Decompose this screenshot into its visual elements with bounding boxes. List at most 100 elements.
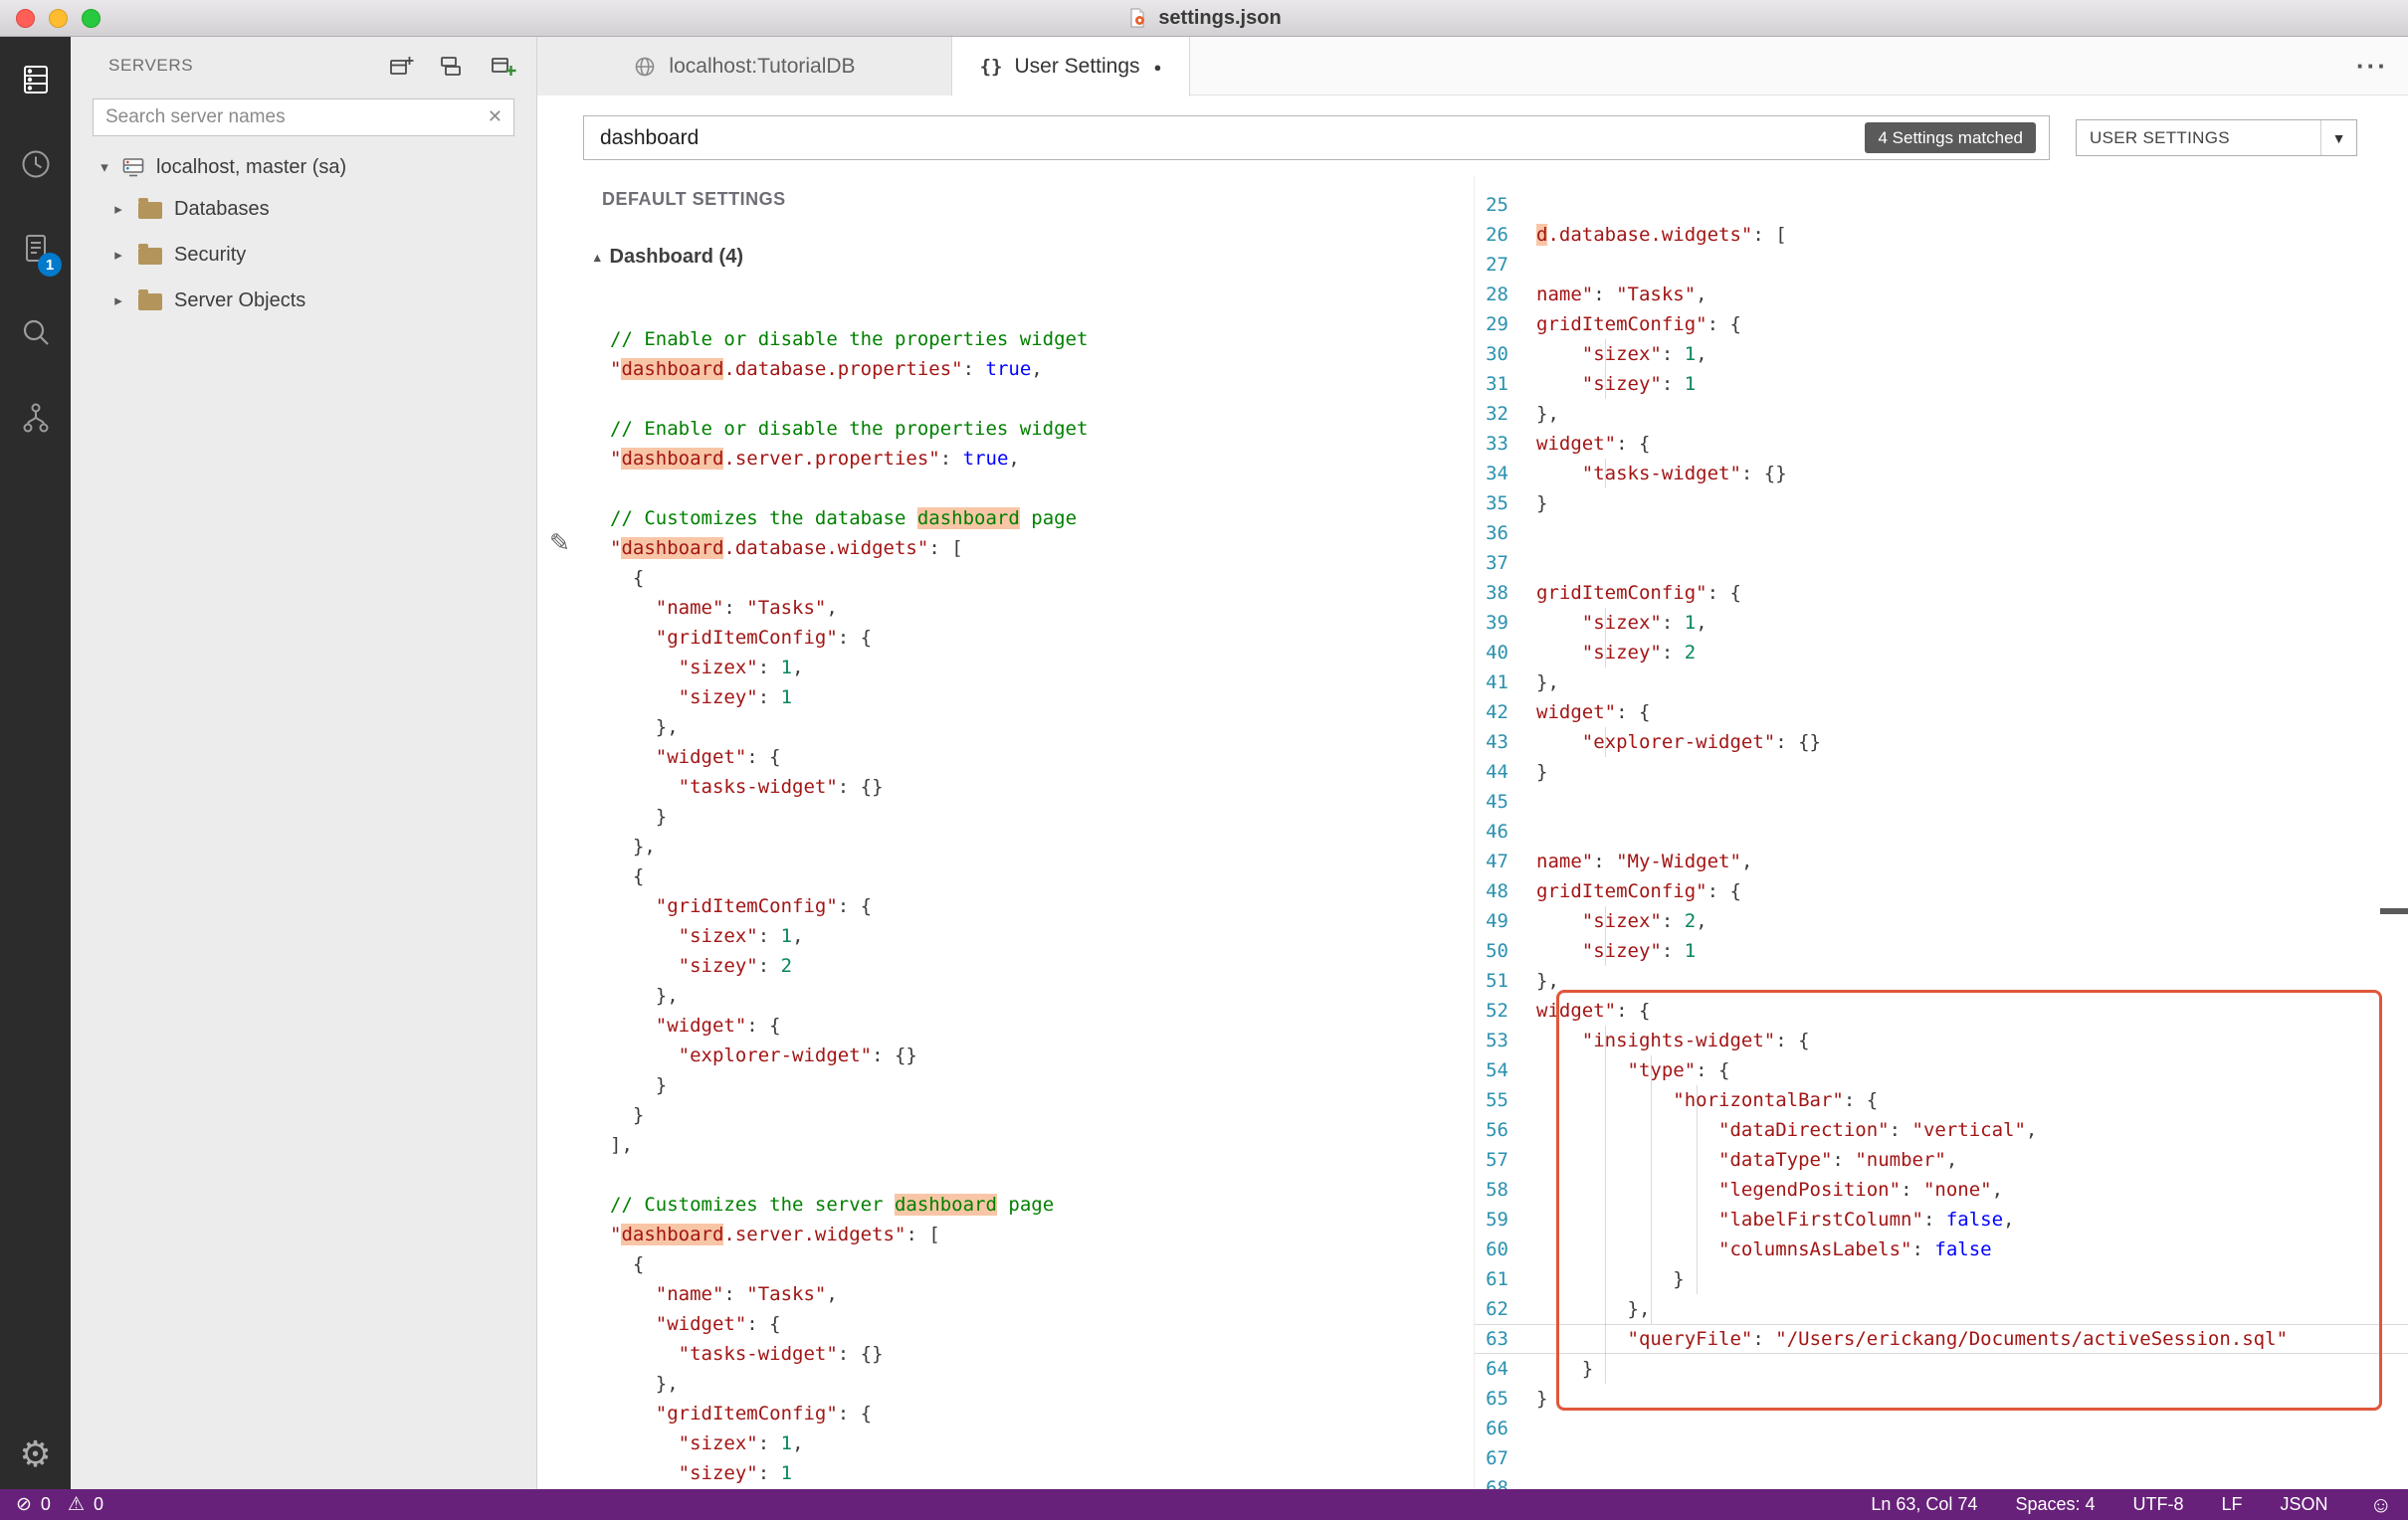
code-line[interactable]: "widget": { [537, 1011, 1474, 1041]
settings-scope-dropdown[interactable]: USER SETTINGS ▼ [2076, 119, 2357, 156]
code-line[interactable]: "gridItemConfig": { [537, 623, 1474, 653]
code-line[interactable]: 37 [1475, 548, 2408, 578]
code-line[interactable]: } [537, 802, 1474, 832]
code-line[interactable]: "gridItemConfig": { [537, 1399, 1474, 1428]
code-line[interactable]: 57 "dataType": "number", [1475, 1145, 2408, 1175]
scrollbar-marker[interactable] [2380, 908, 2408, 914]
code-line[interactable]: "tasks-widget": {} [537, 772, 1474, 802]
clear-search-icon[interactable]: ✕ [488, 106, 502, 127]
code-line[interactable]: 43 "explorer-widget": {} [1475, 727, 2408, 757]
code-line[interactable]: }, [537, 981, 1474, 1011]
server-search-input[interactable] [93, 98, 514, 136]
code-line[interactable]: "sizey": 2 [537, 951, 1474, 981]
code-line[interactable]: 36 [1475, 518, 2408, 548]
code-line[interactable]: 60 "columnsAsLabels": false [1475, 1235, 2408, 1264]
code-line[interactable]: }, [537, 832, 1474, 861]
status-encoding[interactable]: UTF-8 [2133, 1494, 2184, 1515]
status-language-mode[interactable]: JSON [2281, 1494, 2328, 1515]
code-line[interactable]: 59 "labelFirstColumn": false, [1475, 1205, 2408, 1235]
code-line[interactable]: "explorer-widget": {} [537, 1041, 1474, 1070]
code-line[interactable]: 64 } [1475, 1354, 2408, 1384]
code-line[interactable]: 52 widget": { [1475, 996, 2408, 1026]
code-line[interactable]: 63 "queryFile": "/Users/erickang/Documen… [1475, 1324, 2408, 1354]
code-line[interactable]: 25 [1475, 190, 2408, 220]
code-line[interactable]: 44} [1475, 757, 2408, 787]
code-line[interactable]: "sizey": 1 [537, 1458, 1474, 1488]
code-line[interactable] [537, 1160, 1474, 1190]
tree-item-localhost[interactable]: ▾ localhost, master (sa) [71, 148, 536, 186]
code-line[interactable]: "widget": { [537, 1309, 1474, 1339]
code-line[interactable]: 42 widget": { [1475, 697, 2408, 727]
code-line[interactable]: "dashboard.server.widgets": [ [537, 1220, 1474, 1249]
activity-task-history[interactable] [0, 121, 71, 206]
code-line[interactable]: "widget": { [537, 742, 1474, 772]
code-line[interactable]: "dashboard.database.properties": true, [537, 354, 1474, 384]
active-connections-icon[interactable] [490, 53, 516, 80]
code-line[interactable]: "sizey": 1 [537, 682, 1474, 712]
close-window-button[interactable] [16, 9, 35, 28]
feedback-smiley-icon[interactable]: ☺ [2370, 1492, 2392, 1518]
code-line[interactable]: 35} [1475, 488, 2408, 518]
code-line[interactable]: 65} [1475, 1384, 2408, 1414]
code-line[interactable]: }, [537, 712, 1474, 742]
code-line[interactable]: 47 name": "My-Widget", [1475, 847, 2408, 876]
code-line[interactable]: } [537, 1070, 1474, 1100]
gear-icon[interactable]: ⚙ [0, 1433, 71, 1475]
problems-status[interactable]: ⊘ 0 ⚠ 0 [16, 1494, 103, 1515]
code-line[interactable]: 31 "sizey": 1 [1475, 369, 2408, 399]
code-line[interactable]: { [537, 1249, 1474, 1279]
code-line[interactable]: // Customizes the database dashboard pag… [537, 503, 1474, 533]
code-line[interactable]: { [537, 861, 1474, 891]
tree-item-databases[interactable]: ▸ Databases [71, 186, 536, 232]
code-line[interactable]: 54 "type": { [1475, 1055, 2408, 1085]
status-cursor-position[interactable]: Ln 63, Col 74 [1871, 1494, 1977, 1515]
tab-user-settings[interactable]: {} User Settings ● [952, 37, 1190, 96]
code-line[interactable]: 51}, [1475, 966, 2408, 996]
code-line[interactable]: 68 [1475, 1473, 2408, 1489]
new-connection-icon[interactable] [388, 53, 415, 80]
zoom-window-button[interactable] [82, 9, 100, 28]
activity-search[interactable] [0, 290, 71, 375]
code-line[interactable]: 27 [1475, 250, 2408, 280]
chevron-down-icon[interactable]: ▾ [97, 158, 112, 176]
code-line[interactable]: 38 gridItemConfig": { [1475, 578, 2408, 608]
code-line[interactable]: 62 }, [1475, 1294, 2408, 1324]
code-line[interactable]: // Enable or disable the properties widg… [537, 324, 1474, 354]
code-line[interactable]: 45 [1475, 787, 2408, 817]
code-line[interactable]: 39 "sizex": 1, [1475, 608, 2408, 638]
code-line[interactable]: "dashboard.database.widgets": [ [537, 533, 1474, 563]
status-eol[interactable]: LF [2222, 1494, 2243, 1515]
code-line[interactable]: "gridItemConfig": { [537, 891, 1474, 921]
minimize-window-button[interactable] [49, 9, 68, 28]
code-line[interactable]: } [537, 1100, 1474, 1130]
code-line[interactable]: "name": "Tasks", [537, 1279, 1474, 1309]
activity-running-tasks[interactable]: 1 [0, 206, 71, 290]
code-line[interactable]: // Customizes the server dashboard page [537, 1190, 1474, 1220]
code-line[interactable]: 34 "tasks-widget": {} [1475, 459, 2408, 488]
activity-source-control[interactable] [0, 375, 71, 460]
code-line[interactable]: "sizex": 1, [537, 1428, 1474, 1458]
code-line[interactable]: 46 [1475, 817, 2408, 847]
code-line[interactable]: 48 gridItemConfig": { [1475, 876, 2408, 906]
code-line[interactable]: 49 "sizex": 2, [1475, 906, 2408, 936]
status-indentation[interactable]: Spaces: 4 [2015, 1494, 2095, 1515]
code-line[interactable]: 41}, [1475, 667, 2408, 697]
code-line[interactable]: { [537, 563, 1474, 593]
code-line[interactable]: "tasks-widget": {} [537, 1339, 1474, 1369]
code-line[interactable]: 55 "horizontalBar": { [1475, 1085, 2408, 1115]
code-line[interactable]: "sizex": 1, [537, 921, 1474, 951]
code-line[interactable]: 58 "legendPosition": "none", [1475, 1175, 2408, 1205]
code-line[interactable]: 40 "sizey": 2 [1475, 638, 2408, 667]
code-line[interactable]: "name": "Tasks", [537, 593, 1474, 623]
tab-localhost-tutorialdb[interactable]: localhost:TutorialDB [537, 37, 952, 95]
code-line[interactable]: 56 "dataDirection": "vertical", [1475, 1115, 2408, 1145]
code-line[interactable]: 50 "sizey": 1 [1475, 936, 2408, 966]
code-line[interactable]: }, [537, 1369, 1474, 1399]
code-line[interactable]: 66 [1475, 1414, 2408, 1443]
editor-actions-more-button[interactable]: ··· [2356, 37, 2388, 95]
code-line[interactable]: 29 gridItemConfig": { [1475, 309, 2408, 339]
code-line[interactable]: 61 } [1475, 1264, 2408, 1294]
code-line[interactable]: 33 widget": { [1475, 429, 2408, 459]
new-server-group-icon[interactable] [439, 53, 466, 80]
code-line[interactable]: 67 [1475, 1443, 2408, 1473]
